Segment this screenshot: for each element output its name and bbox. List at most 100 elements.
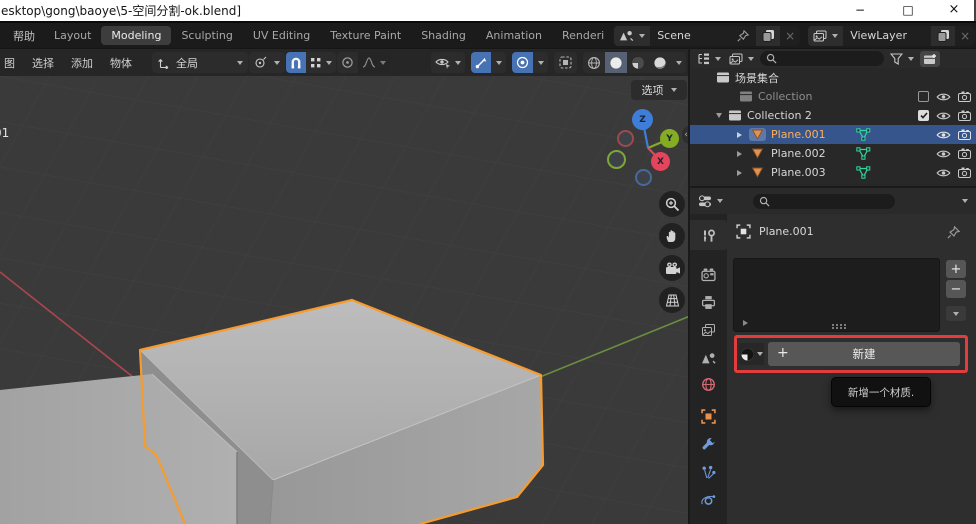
gizmo-axis-x[interactable]: X — [651, 152, 670, 171]
tab-tool[interactable] — [700, 228, 716, 244]
window-maximize-button[interactable]: □ — [891, 0, 925, 21]
tab-view-layer[interactable] — [700, 322, 716, 338]
scene-name-field[interactable]: Scene — [650, 26, 756, 46]
tab-sculpting[interactable]: Sculpting — [171, 26, 242, 45]
camera-visibility-icon[interactable] — [958, 110, 971, 121]
outliner-row-scene-collection[interactable]: 场景集合 — [690, 68, 976, 87]
tab-uv-editing[interactable]: UV Editing — [243, 26, 320, 45]
tab-modifiers[interactable] — [700, 436, 716, 452]
collapse-triangle-icon[interactable] — [716, 113, 722, 118]
view-layer-name-field[interactable]: ViewLayer — [843, 26, 931, 46]
shading-solid-button[interactable] — [605, 52, 627, 73]
collection-exclude-checkbox[interactable] — [918, 91, 929, 102]
gizmo-dropdown[interactable] — [491, 52, 506, 73]
transform-orientation-dropdown[interactable]: 全局 — [152, 52, 248, 73]
window-minimize-button[interactable]: − — [843, 0, 877, 21]
viewport-move-button[interactable] — [659, 223, 685, 249]
expand-triangle-icon[interactable] — [737, 151, 742, 157]
scene-browse-button[interactable] — [614, 26, 650, 46]
outliner-search-input[interactable] — [760, 51, 884, 66]
viewport-options-button[interactable]: 选项 — [631, 80, 687, 100]
pin-icon[interactable] — [737, 30, 749, 42]
menu-view[interactable]: 图 — [2, 51, 23, 75]
proportional-falloff-dropdown[interactable] — [358, 52, 390, 73]
menu-object[interactable]: 物体 — [102, 51, 140, 75]
tab-layout[interactable]: Layout — [44, 26, 101, 45]
view-layer-browse-button[interactable] — [808, 26, 843, 46]
grip-dots-icon[interactable] — [832, 324, 834, 326]
expand-triangle-icon[interactable] — [737, 132, 742, 138]
eye-icon[interactable] — [936, 149, 951, 159]
tab-output[interactable] — [700, 294, 716, 310]
show-hide-dropdown[interactable] — [431, 52, 465, 73]
tab-modeling[interactable]: Modeling — [101, 26, 171, 45]
scene-unlink-button[interactable]: × — [780, 29, 800, 43]
menu-help[interactable]: 帮助 — [4, 25, 44, 47]
viewport-ortho-toggle-button[interactable] — [659, 287, 685, 313]
overlays-dropdown[interactable] — [533, 52, 548, 73]
properties-options-dropdown[interactable] — [956, 198, 970, 204]
browse-material-button[interactable] — [739, 343, 764, 365]
tab-shading[interactable]: Shading — [411, 26, 476, 45]
eye-icon[interactable] — [936, 111, 951, 121]
outliner-display-mode-button[interactable] — [727, 52, 756, 66]
window-close-button[interactable]: × — [937, 0, 971, 21]
add-material-slot-button[interactable]: + — [946, 260, 966, 278]
gizmo-axis-x-neg[interactable] — [617, 130, 634, 147]
shading-rendered-button[interactable] — [649, 52, 671, 73]
viewport-zoom-button[interactable] — [659, 191, 685, 217]
view-layer-remove-button[interactable]: × — [955, 29, 975, 43]
pin-icon[interactable] — [947, 226, 960, 239]
menu-select[interactable]: 选择 — [24, 51, 62, 75]
expand-triangle-icon[interactable] — [737, 170, 742, 176]
outliner-row-collection-2[interactable]: Collection 2 — [690, 106, 976, 125]
show-overlays-toggle[interactable] — [512, 52, 533, 73]
eye-icon[interactable] — [936, 92, 951, 102]
tab-animation[interactable]: Animation — [476, 26, 552, 45]
camera-visibility-icon[interactable] — [958, 167, 971, 178]
camera-visibility-icon[interactable] — [958, 148, 971, 159]
xray-toggle[interactable] — [554, 52, 577, 73]
gizmo-axis-y-neg[interactable] — [607, 150, 626, 169]
tab-object[interactable] — [700, 408, 716, 424]
tab-physics[interactable] — [700, 492, 716, 508]
preview-expand-icon[interactable] — [743, 320, 748, 326]
material-specials-dropdown[interactable] — [946, 306, 966, 321]
show-gizmo-toggle[interactable] — [471, 52, 491, 73]
proportional-edit-toggle[interactable] — [337, 52, 358, 73]
outliner-row-collection[interactable]: Collection — [690, 87, 976, 106]
scene-new-copy-button[interactable] — [756, 26, 780, 46]
pivot-point-dropdown[interactable] — [249, 52, 285, 73]
gizmo-axis-z[interactable]: Z — [632, 109, 653, 130]
properties-editor-type-button[interactable] — [696, 194, 725, 209]
collection-include-checkbox[interactable] — [918, 110, 929, 121]
view-layer-copy-button[interactable] — [931, 26, 955, 46]
shading-dropdown[interactable] — [671, 52, 686, 73]
eye-icon[interactable] — [936, 168, 951, 178]
properties-search-input[interactable] — [753, 194, 895, 209]
camera-visibility-icon[interactable] — [958, 91, 971, 102]
camera-visibility-icon[interactable] — [958, 129, 971, 140]
new-material-button[interactable]: + 新建 — [768, 342, 960, 366]
tab-texture-paint[interactable]: Texture Paint — [320, 26, 411, 45]
snap-target-dropdown[interactable] — [306, 52, 336, 73]
gizmo-axis-y[interactable]: Y — [660, 129, 679, 148]
new-collection-button[interactable] — [920, 51, 940, 67]
tab-rendering[interactable]: Renderi — [552, 26, 614, 45]
tab-particles[interactable] — [700, 464, 716, 480]
snap-toggle-button[interactable] — [286, 52, 306, 73]
shading-wireframe-button[interactable] — [583, 52, 605, 73]
outliner-row-plane-002[interactable]: Plane.002 — [690, 144, 976, 163]
t ab-world[interactable] — [700, 376, 716, 392]
breadcrumb-object-name[interactable]: Plane.001 — [759, 225, 814, 238]
material-slot-list[interactable] — [733, 258, 940, 332]
gizmo-axis-z-neg[interactable] — [635, 169, 652, 186]
remove-material-slot-button[interactable]: − — [946, 280, 966, 298]
viewport-camera-button[interactable] — [659, 255, 685, 281]
tab-render[interactable] — [700, 266, 716, 282]
tab-scene[interactable] — [700, 350, 716, 366]
shading-material-button[interactable] — [627, 52, 649, 73]
menu-add[interactable]: 添加 — [63, 51, 101, 75]
outliner-editor-type-button[interactable] — [695, 52, 723, 66]
outliner-row-plane-003[interactable]: Plane.003 — [690, 163, 976, 182]
